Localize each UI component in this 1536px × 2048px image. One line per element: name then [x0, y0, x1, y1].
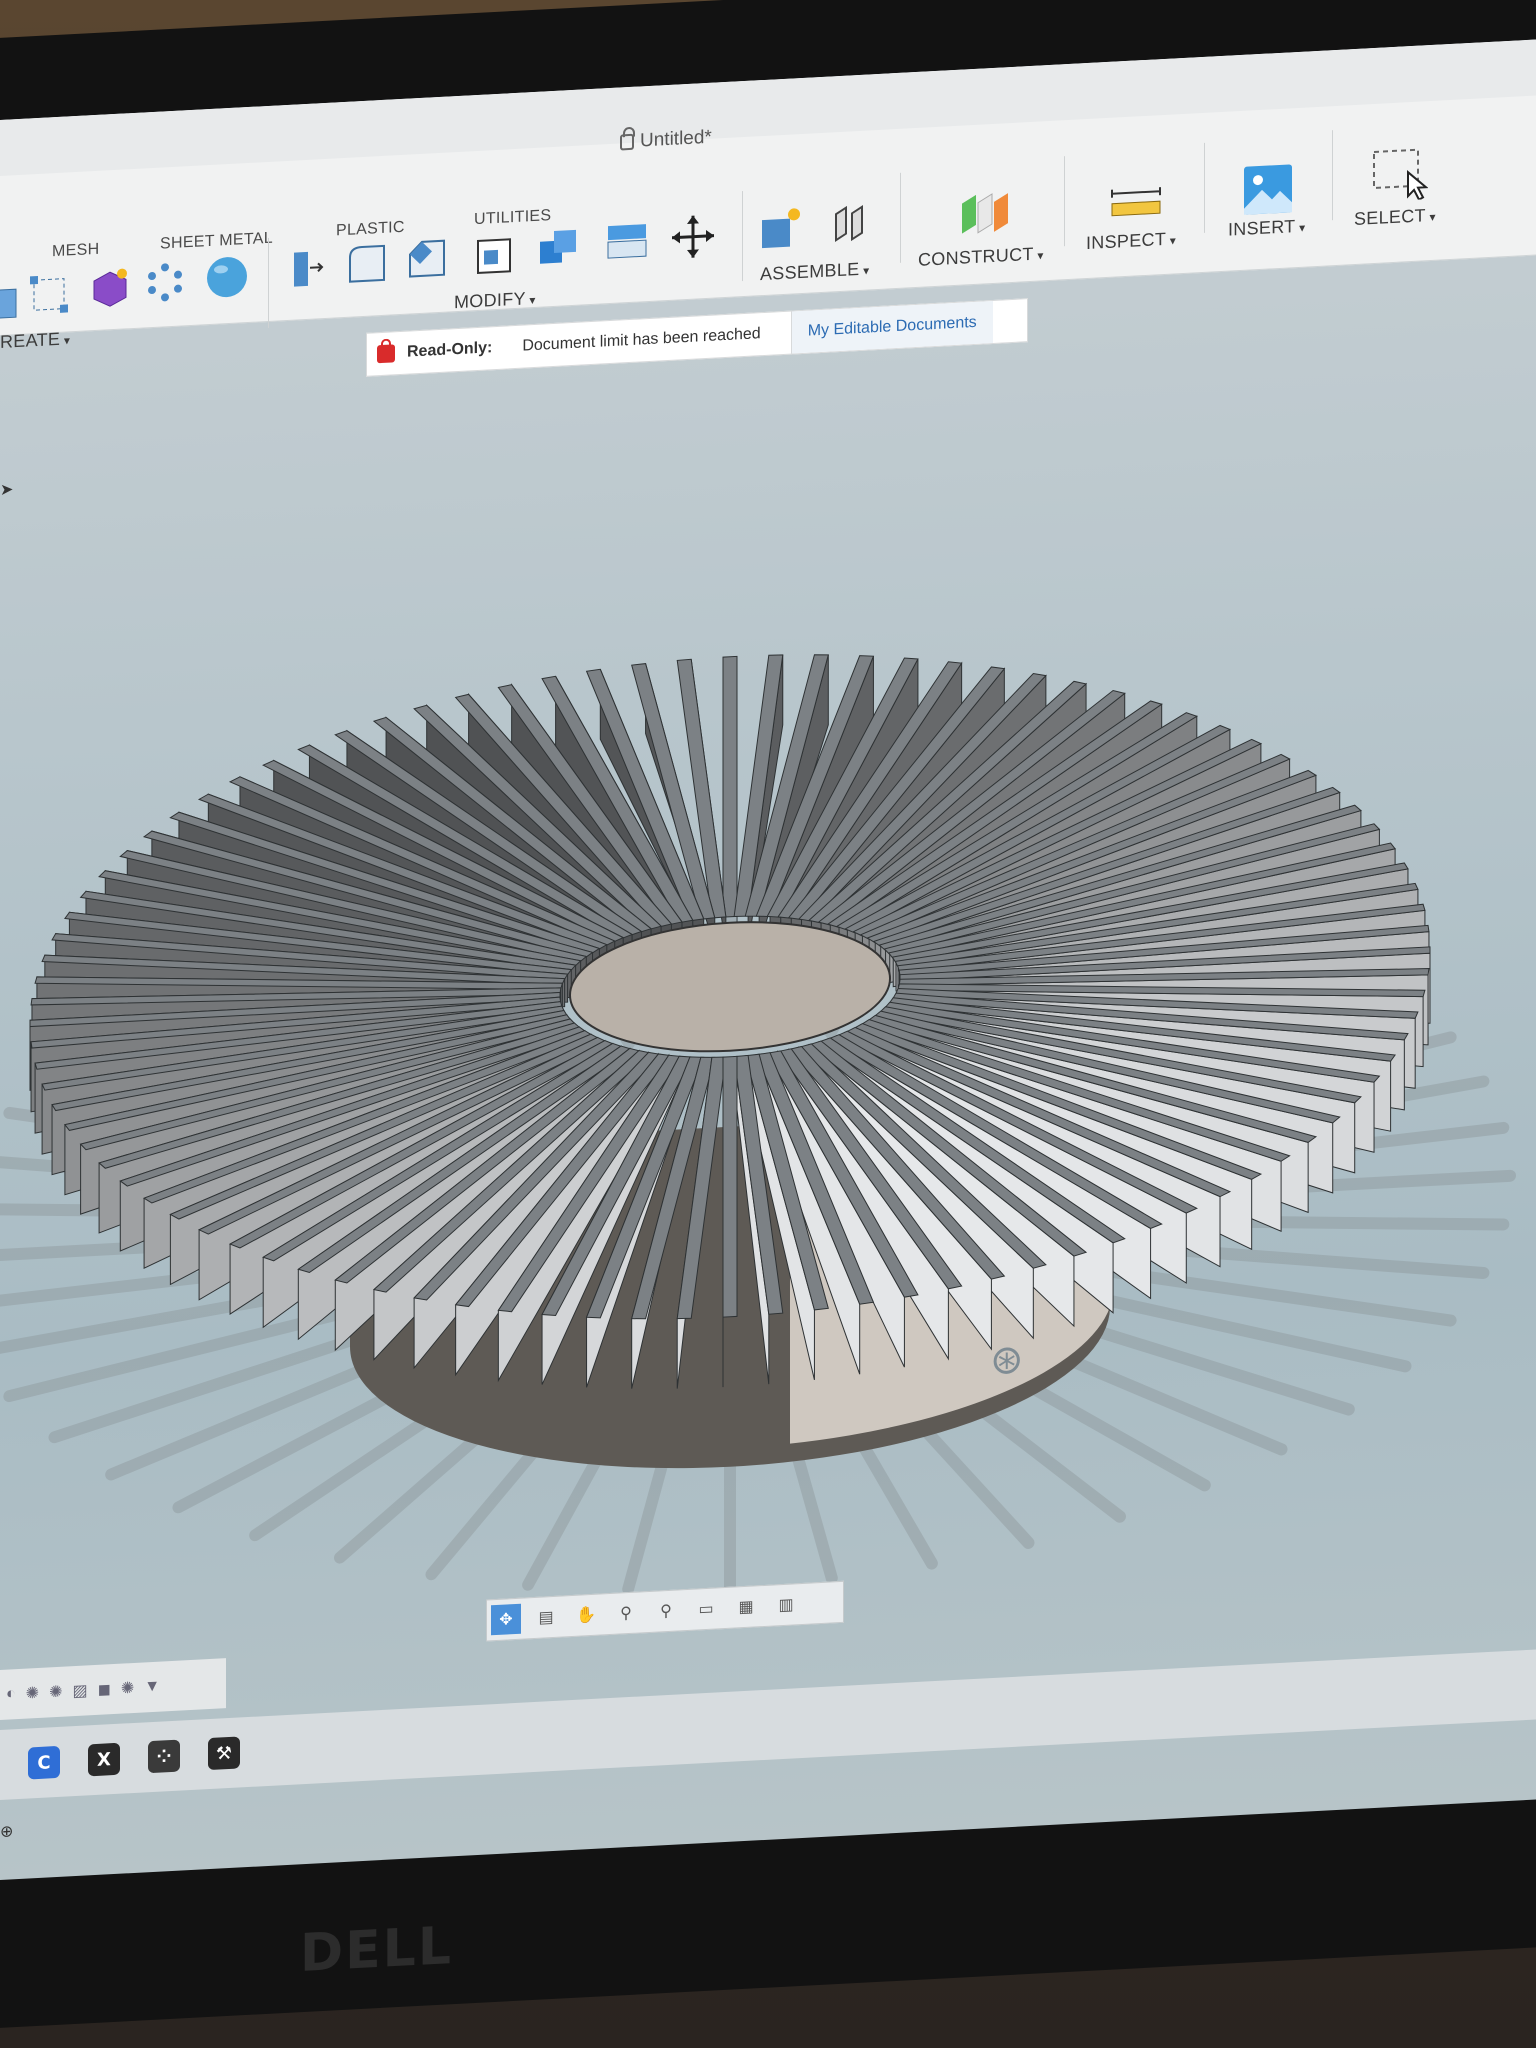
display-settings-icon[interactable]: ▭ — [691, 1593, 721, 1625]
lock-icon — [620, 133, 634, 151]
pattern-icon[interactable] — [142, 258, 188, 306]
offset-faces-icon[interactable] — [604, 218, 650, 266]
zoom-icon[interactable]: ⚲ — [611, 1597, 641, 1629]
construct-menu[interactable]: CONSTRUCT — [918, 243, 1044, 271]
form-edges-icon[interactable] — [26, 270, 72, 318]
timeline-feature-icon[interactable]: ▨ — [72, 1680, 87, 1701]
fin-top — [722, 1055, 738, 1318]
combine-icon[interactable] — [536, 223, 582, 271]
shell-icon[interactable] — [472, 229, 518, 277]
separator — [900, 172, 901, 263]
document-title: Untitled* — [620, 127, 712, 154]
orbit-move-icon[interactable]: ✥ — [491, 1603, 521, 1636]
separator — [268, 237, 269, 328]
add-icon[interactable]: ⊕ — [0, 1821, 13, 1842]
look-at-icon[interactable]: ▤ — [531, 1602, 561, 1634]
timeline-feature-icon[interactable]: ✺ — [26, 1683, 39, 1704]
monitor-brand-logo: DELL — [300, 1915, 453, 1985]
construct-plane-icon[interactable] — [956, 187, 1012, 240]
taskbar-app-icon[interactable]: ⁘ — [148, 1739, 180, 1774]
timeline-feature-icon[interactable]: ✺ — [121, 1678, 134, 1699]
document-title-text: Untitled* — [640, 126, 712, 152]
timeline-feature-icon[interactable]: ◼ — [98, 1679, 111, 1700]
select-menu[interactable]: SELECT — [1354, 205, 1436, 230]
taskbar-app-icon[interactable]: ⚒ — [208, 1736, 240, 1771]
fillet-icon[interactable] — [344, 240, 390, 288]
separator — [1204, 142, 1205, 233]
tab-mesh[interactable]: MESH — [52, 241, 99, 261]
grid-icon[interactable]: ▦ — [731, 1591, 761, 1623]
zoom-window-icon[interactable]: ⚲ — [651, 1595, 681, 1627]
mesh-solid-icon[interactable] — [86, 263, 132, 311]
select-window-icon[interactable] — [1372, 147, 1428, 202]
separator — [1064, 156, 1065, 247]
inspect-menu[interactable]: INSPECT — [1086, 228, 1176, 254]
fin-top — [722, 655, 738, 918]
separator — [742, 191, 743, 282]
chamfer-icon[interactable] — [404, 234, 450, 282]
pan-icon[interactable]: ✋ — [571, 1600, 601, 1632]
taskbar-app-icon[interactable]: C — [28, 1745, 60, 1780]
sphere-icon[interactable] — [204, 253, 250, 301]
timeline-feature-icon[interactable]: ◐ — [6, 1685, 16, 1704]
assemble-menu[interactable]: ASSEMBLE — [760, 258, 869, 285]
tab-plastic[interactable]: PLASTIC — [336, 219, 405, 241]
timeline-feature-icon[interactable]: ✺ — [49, 1682, 62, 1703]
viewports-icon[interactable]: ▥ — [771, 1589, 801, 1621]
insert-menu[interactable]: INSERT — [1228, 216, 1305, 241]
press-pull-icon[interactable] — [284, 245, 330, 293]
insert-image-icon[interactable] — [1242, 162, 1294, 217]
new-component-icon[interactable] — [758, 204, 804, 252]
separator — [1332, 130, 1333, 221]
measure-icon[interactable] — [1108, 183, 1164, 226]
screen: Untitled* MESH SHEET METAL PLASTIC UTILI… — [0, 39, 1536, 1880]
move-copy-icon[interactable] — [670, 212, 716, 260]
orbit-cursor-icon: ⊛ — [990, 1337, 1024, 1384]
taskbar-app-icon[interactable]: X — [88, 1742, 120, 1777]
timeline-marker-icon[interactable]: ▼ — [144, 1678, 160, 1697]
tab-sheet-metal[interactable]: SHEET METAL — [160, 230, 273, 254]
joint-icon[interactable] — [826, 198, 872, 246]
